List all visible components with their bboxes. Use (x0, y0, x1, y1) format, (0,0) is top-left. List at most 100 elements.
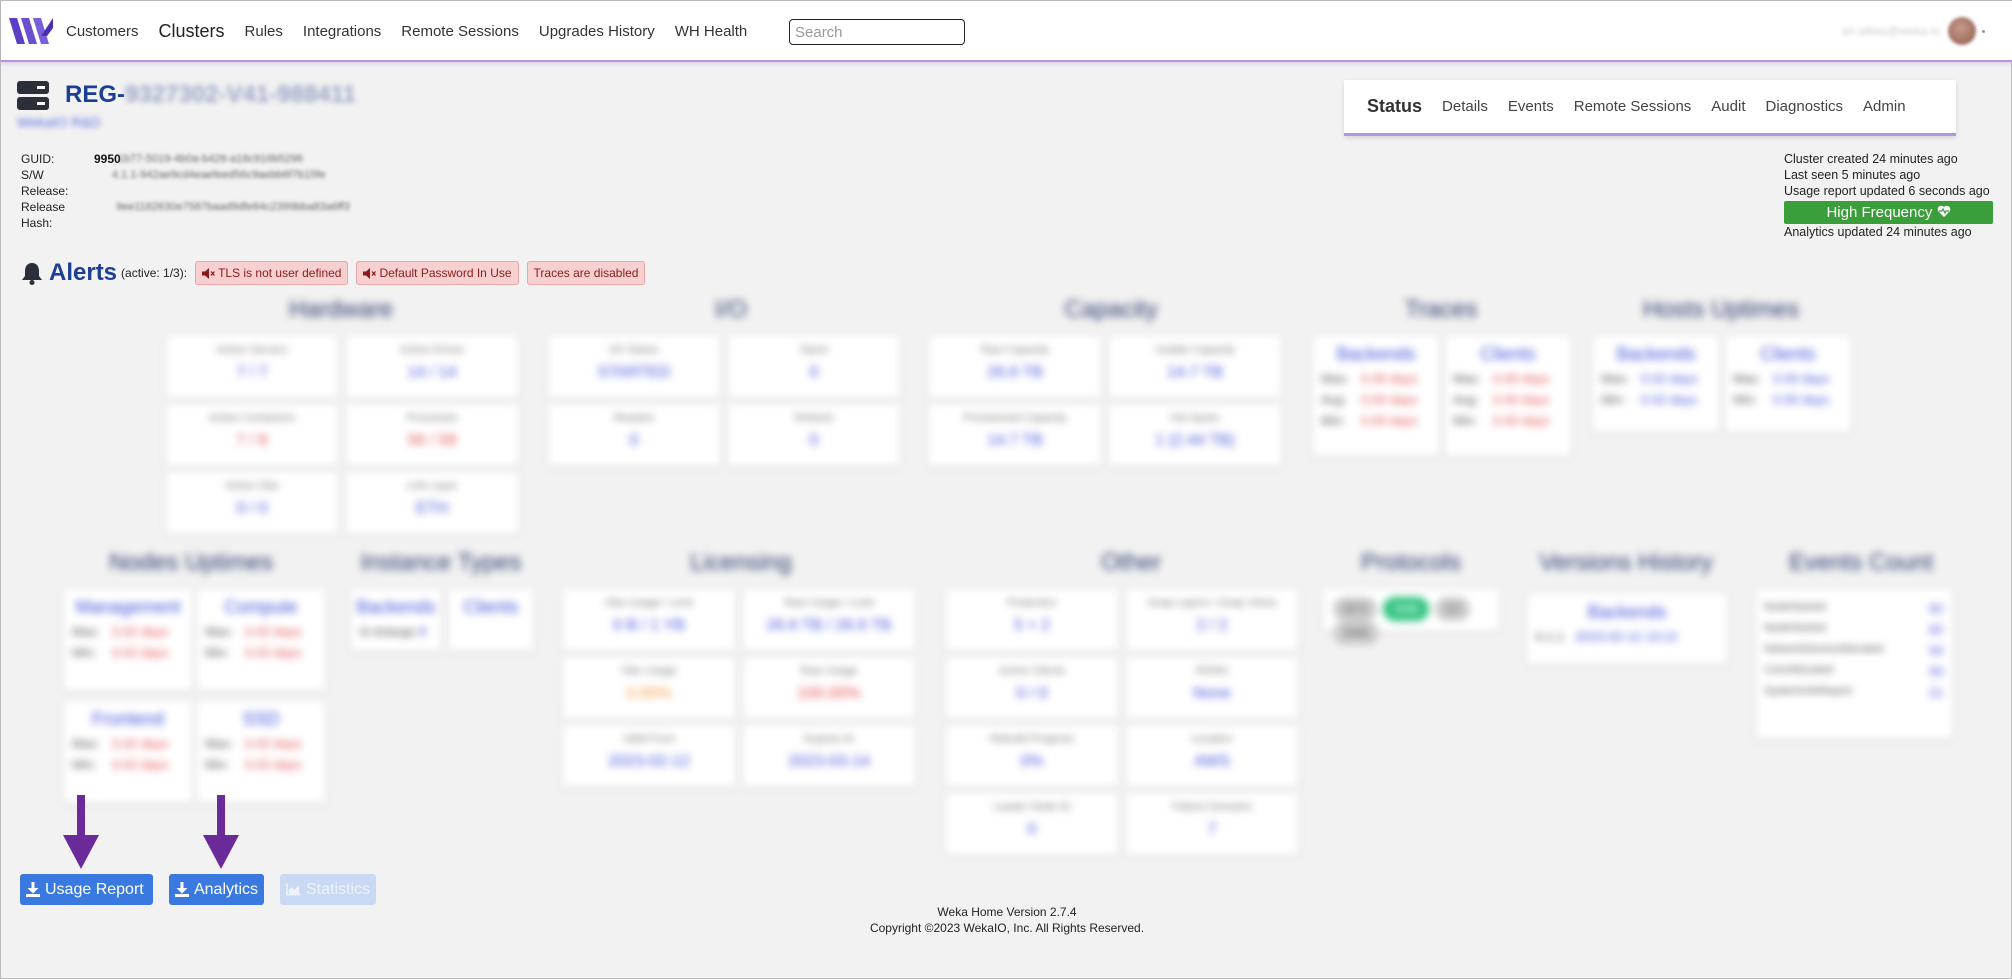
tab-diagnostics[interactable]: Diagnostics (1766, 98, 1844, 115)
tab-remote-sessions[interactable]: Remote Sessions (1574, 98, 1692, 115)
nodes-row: Max: 0.02 days (72, 624, 184, 639)
weka-logo[interactable] (9, 18, 53, 49)
other-label: Failure Domains (1171, 801, 1253, 813)
row-key: Max: (205, 624, 234, 639)
other-value: 2 / 2 (1196, 617, 1228, 634)
other-card: RDMA None (1126, 657, 1298, 719)
nav-rules[interactable]: Rules (245, 23, 283, 40)
hosts-row: Max: 0.02 days (1601, 371, 1711, 386)
statistics-button[interactable]: Statistics (280, 874, 376, 905)
protocols-section: Protocols (1321, 549, 1501, 583)
protocol-chip: NFS (1333, 597, 1377, 621)
tab-details[interactable]: Details (1442, 98, 1488, 115)
row-key: NodeStarted (1764, 622, 1826, 634)
hosts-row: Min: 0.00 days (1733, 392, 1843, 407)
hw-label: Link Layer (406, 480, 458, 492)
nodes-heading: Frontend (91, 709, 165, 729)
row-key: Max: (1321, 371, 1350, 386)
usage-report-updated: Usage report updated 6 seconds ago (1784, 184, 1990, 198)
protocols-card: NFS SMB S3SMB (1323, 589, 1499, 645)
row-value: 0.00 days (1493, 371, 1550, 386)
io-label: Ops/s (799, 344, 829, 356)
nav-remote-sessions[interactable]: Remote Sessions (401, 23, 519, 40)
alert-pill-traces[interactable]: Traces are disabled (526, 261, 646, 285)
cluster-org-link[interactable]: WekaIO R&D (17, 114, 101, 130)
hosts-backends-card: Backends Max: 0.02 days Min: 0.02 days (1593, 336, 1719, 432)
traces-backends-card: Backends Max: 0.00 days Avg: 0.00 days Min… (1313, 336, 1439, 456)
row-key: SystemInfoReport (1764, 685, 1853, 697)
search-input[interactable] (789, 19, 965, 45)
licensing-section: Licensing (556, 549, 926, 583)
row-value: 0.00 days (1361, 413, 1418, 428)
row-key: Min: (72, 757, 97, 772)
io-card: I/O Status STARTED (548, 336, 720, 398)
row-key: Avg: (1453, 392, 1479, 407)
hw-card: Processes 56 / 58 (346, 404, 518, 466)
row-key: CoreAllocated (1764, 664, 1834, 676)
user-menu[interactable]: ari.attias@weka.io (1842, 17, 1985, 45)
row-key: NodeStarted (1764, 601, 1826, 613)
download-icon (26, 882, 40, 897)
footer-copyright: Copyright ©2023 WekaIO, Inc. All Rights … (869, 921, 1145, 935)
nodes-row: Min: 0.02 days (72, 757, 184, 772)
nav-wh-health[interactable]: WH Health (675, 23, 748, 40)
alert-pill-default-password[interactable]: Default Password In Use (356, 261, 519, 285)
capacity-card: Raw Capacity 26.6 TB (929, 336, 1101, 398)
events-row: SystemInfoReport 21 (1764, 685, 1944, 700)
usage-report-label: Usage Report (45, 880, 144, 898)
nav-clusters[interactable]: Clusters (159, 21, 225, 42)
tab-events[interactable]: Events (1508, 98, 1554, 115)
cluster-name-prefix: REG- (65, 81, 125, 108)
alert-pill-tls[interactable]: TLS is not user defined (195, 261, 349, 285)
row-key: Max: (1733, 371, 1762, 386)
licensing-label: Obs Usage / Limit (605, 597, 693, 609)
licensing-value: 0 B / 1 YB (613, 617, 685, 634)
traces-row: Min: 0.00 days (1453, 413, 1563, 428)
licensing-label: Valid From (622, 733, 676, 745)
last-seen: Last seen 5 minutes ago (1784, 168, 1921, 182)
nav-upgrades-history[interactable]: Upgrades History (539, 23, 655, 40)
analytics-label: Analytics (193, 880, 258, 898)
tab-admin[interactable]: Admin (1863, 98, 1906, 115)
tab-status[interactable]: Status (1367, 96, 1422, 117)
hw-label: Active Drives (399, 344, 465, 356)
traces-section: Traces (1306, 296, 1576, 330)
io-card: Ops/s 0 (728, 336, 900, 398)
user-menu-dot-icon[interactable] (1982, 29, 1985, 33)
avatar[interactable] (1948, 17, 1976, 45)
nodes-card: SSD Max: 0.02 days Min: 0.02 days (197, 701, 325, 803)
nav-customers[interactable]: Customers (66, 23, 139, 40)
hardware-title: Hardware (288, 296, 394, 323)
capacity-value: 1 (2.44 TB) (1155, 432, 1235, 449)
instance-types-title: Instance Types (360, 549, 522, 576)
alert-pill-label: Traces are disabled (533, 266, 639, 280)
hw-card: Link Layer ETH (346, 472, 518, 534)
sw-release-label: S/W Release: (21, 168, 69, 198)
versions-history-title: Versions History (1539, 549, 1713, 576)
row-value: 0.02 days (245, 624, 302, 639)
licensing-label: Obs Usage (621, 665, 677, 677)
instance-row: i3.4xlarge 8 (359, 624, 433, 639)
nodes-heading: SSD (242, 709, 280, 729)
other-value: None (1192, 685, 1232, 702)
other-label: RDMA (1195, 665, 1229, 677)
hw-label: Processes (406, 412, 458, 424)
row-key: i3.4xlarge (359, 624, 416, 639)
nodes-row: Max: 0.02 days (72, 736, 184, 751)
row-value: 0.02 days (112, 624, 169, 639)
events-count-title: Events Count (1788, 549, 1934, 576)
row-value: 0.00 days (1493, 413, 1550, 428)
tab-audit[interactable]: Audit (1711, 98, 1745, 115)
traces-title: Traces (1404, 296, 1478, 323)
licensing-card: Obs Usage 0.00% (563, 657, 735, 719)
protocols-title: Protocols (1360, 549, 1462, 576)
other-card: Location AWS (1126, 725, 1298, 787)
capacity-value: 14.7 TB (987, 432, 1043, 449)
io-value: 0 (809, 364, 819, 381)
row-value: 0.02 days (245, 757, 302, 772)
licensing-card: Obs Usage / Limit 0 B / 1 YB (563, 589, 735, 651)
guid-label: GUID: (21, 152, 55, 166)
analytics-button[interactable]: Analytics (169, 874, 264, 905)
usage-report-button[interactable]: Usage Report (20, 874, 153, 905)
nav-integrations[interactable]: Integrations (303, 23, 381, 40)
